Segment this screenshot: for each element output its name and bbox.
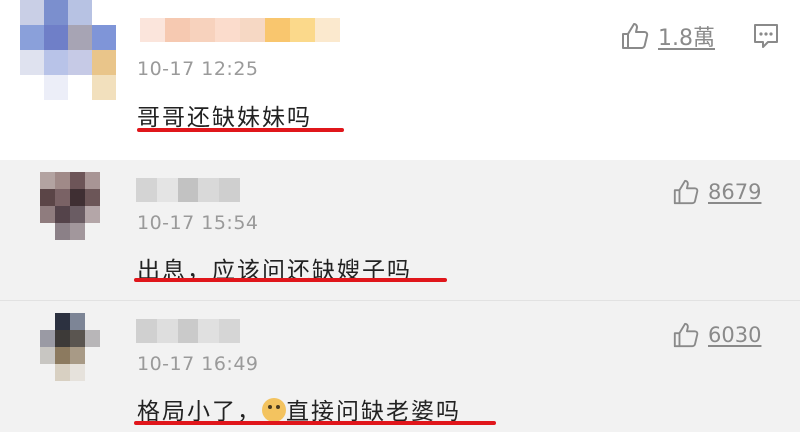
username-blurred[interactable]: [140, 18, 340, 42]
highlight-underline: [134, 278, 447, 282]
highlight-underline: [137, 128, 344, 132]
username-blurred[interactable]: [136, 319, 240, 343]
comment-time: 10-17 12:25: [137, 58, 259, 80]
comment-item: 10-17 12:25 哥哥还缺妹妹吗 1.8萬: [0, 0, 800, 160]
like-count: 1.8萬: [658, 26, 715, 51]
thumbs-up-icon: [622, 23, 649, 49]
comment-icon[interactable]: [752, 22, 780, 50]
like-button[interactable]: 1.8萬: [620, 20, 715, 52]
comment-time: 10-17 15:54: [137, 212, 259, 234]
comment-time: 10-17 16:49: [137, 353, 259, 375]
comment-text: 哥哥还缺妹妹吗: [137, 105, 312, 131]
like-count: 6030: [708, 323, 762, 347]
username-blurred[interactable]: [136, 178, 240, 202]
thumbs-up-icon: [673, 322, 699, 348]
like-count: 8679: [708, 180, 762, 204]
avatar[interactable]: [20, 0, 116, 100]
like-button[interactable]: 6030: [672, 321, 761, 349]
avatar[interactable]: [40, 172, 100, 240]
comment-item: 10-17 15:54 出息，应该问还缺嫂子吗 8679: [0, 160, 800, 300]
comment-item: 10-17 16:49 格局小了， 直接问缺老婆吗 6030: [0, 300, 800, 432]
highlight-underline: [134, 421, 496, 425]
thumbs-up-icon: [673, 179, 699, 205]
dog-face-emoji: [262, 398, 286, 422]
avatar[interactable]: [40, 313, 100, 381]
like-button[interactable]: 8679: [672, 178, 761, 206]
